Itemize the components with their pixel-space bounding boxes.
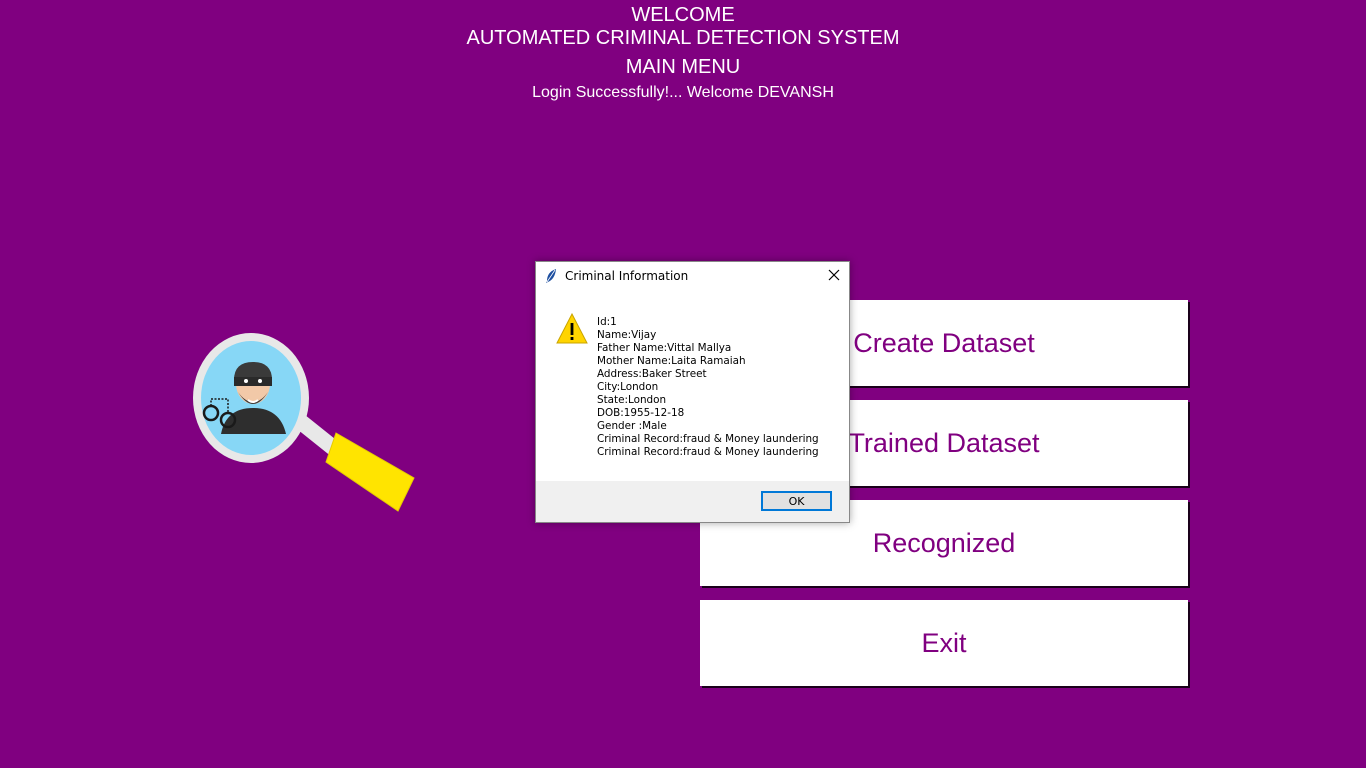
info-line-address: Address:Baker Street: [597, 368, 707, 380]
close-icon[interactable]: [819, 262, 849, 290]
info-line-mother-name: Mother Name:Laita Ramaiah: [597, 355, 746, 367]
dialog-body: Id:1 Name:Vijay Father Name:Vittal Mally…: [536, 291, 849, 481]
info-line-criminal-record: Criminal Record:fraud & Money laundering: [597, 433, 819, 445]
ok-button[interactable]: OK: [761, 491, 832, 511]
login-message: Login Successfully!... Welcome DEVANSH: [532, 84, 834, 101]
exit-button[interactable]: Exit: [700, 600, 1188, 686]
info-line-criminal-record: Criminal Record:fraud & Money laundering: [597, 446, 819, 458]
dialog-title: Criminal Information: [565, 269, 689, 283]
info-line-name: Name:Vijay: [597, 329, 657, 341]
feather-icon: [544, 268, 558, 284]
dialog-footer: OK: [536, 481, 849, 522]
welcome-heading: WELCOME: [631, 4, 735, 26]
magnifier-criminal-icon: [186, 326, 426, 526]
info-line-gender: Gender :Male: [597, 420, 667, 432]
info-line-dob: DOB:1955-12-18: [597, 407, 685, 419]
info-line-city: City:London: [597, 381, 659, 393]
dialog-titlebar[interactable]: Criminal Information: [536, 262, 849, 291]
main-menu-title: MAIN MENU: [625, 56, 741, 78]
info-line-id: Id:1: [597, 316, 617, 328]
criminal-information-dialog: Criminal Information Id:1 Name:Vijay Fat…: [535, 261, 850, 523]
warning-icon: [556, 312, 588, 345]
info-line-father-name: Father Name:Vittal Mallya: [597, 342, 732, 354]
system-title: AUTOMATED CRIMINAL DETECTION SYSTEM: [466, 27, 900, 49]
criminal-info-text: Id:1 Name:Vijay Father Name:Vittal Mally…: [597, 316, 819, 459]
info-line-state: State:London: [597, 394, 667, 406]
